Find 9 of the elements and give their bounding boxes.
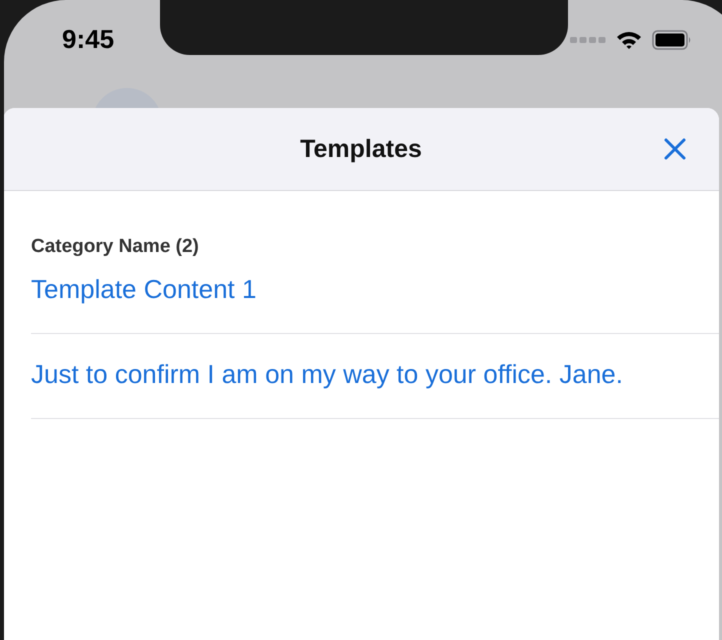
- template-item[interactable]: Template Content 1: [31, 258, 256, 333]
- template-item[interactable]: Just to confirm I am on my way to your office. Jane.: [31, 334, 623, 418]
- sheet-title: Templates: [300, 134, 422, 164]
- close-button[interactable]: [663, 137, 687, 161]
- wifi-icon: [616, 30, 642, 50]
- signal-icon: [570, 36, 606, 44]
- section-header: Category Name (2): [31, 236, 200, 258]
- battery-icon: [652, 30, 692, 50]
- status-time: 9:45: [62, 24, 114, 55]
